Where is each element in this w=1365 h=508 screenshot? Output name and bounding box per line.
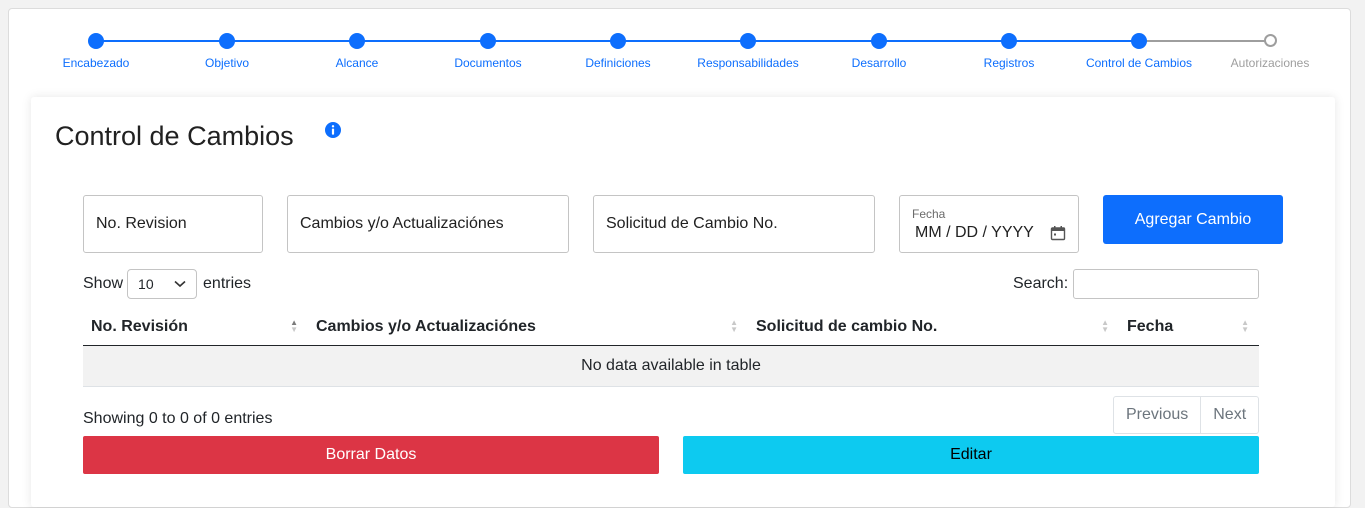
step-dot-icon [219,33,235,49]
sort-icon: ▲ ▼ [730,318,738,334]
show-label: Show [83,275,124,292]
step-dot-icon [871,33,887,49]
cambios-field[interactable] [287,195,569,253]
search-input[interactable] [1073,269,1260,299]
step-dot-icon [1131,33,1147,49]
solicitud-input[interactable] [606,215,862,233]
search-label: Search: [1013,275,1069,292]
cambios-input[interactable] [300,215,556,233]
table-row: No data available in table [83,345,1259,387]
entries-length-control: Show 10 entries [83,269,251,299]
column-header-label: Cambios y/o Actualizaciónes [316,317,536,335]
entries-value: 10 [138,276,154,292]
step-objetivo[interactable]: Objetivo [157,33,297,70]
step-label: Desarrollo [851,56,907,70]
step-label: Objetivo [204,56,250,70]
entries-label: entries [203,275,252,292]
agregar-cambio-button[interactable]: Agregar Cambio [1103,195,1283,244]
sort-asc-icon: ▲ ▼ [290,318,298,334]
step-alcance[interactable]: Alcance [287,33,427,70]
step-dot-icon [480,33,496,49]
step-registros[interactable]: Registros [939,33,1079,70]
sort-icon: ▲ ▼ [1241,318,1249,334]
table-info: Showing 0 to 0 of 0 entries [83,410,273,427]
column-header-fecha[interactable]: Fecha ▲ ▼ [1119,309,1259,346]
column-header-label: Solicitud de cambio No. [756,317,938,335]
fecha-value[interactable]: MM / DD / YYYY [915,224,1034,242]
empty-table-message: No data available in table [83,345,1259,387]
borrar-datos-button[interactable]: Borrar Datos [83,436,659,474]
step-dot-icon [1263,34,1277,47]
step-control-de-cambios[interactable]: Control de Cambios [1069,33,1209,70]
progress-stepper: Encabezado Objetivo Alcance Documentos D… [0,0,1365,90]
column-header-label: Fecha [1127,317,1174,335]
step-dot-icon [88,33,104,49]
page-title: Control de Cambios [55,121,294,151]
step-documentos[interactable]: Documentos [418,33,558,70]
step-label: Alcance [335,56,379,70]
column-header-label: No. Revisión [91,317,188,335]
step-label: Control de Cambios [1085,56,1193,70]
step-desarrollo[interactable]: Desarrollo [809,33,949,70]
fecha-field[interactable]: Fecha MM / DD / YYYY [899,195,1079,253]
step-dot-icon [349,33,365,49]
fecha-label: Fecha [912,206,946,221]
info-circle-icon[interactable] [325,122,341,138]
solicitud-field[interactable] [593,195,875,253]
revision-input[interactable] [96,215,250,233]
step-definiciones[interactable]: Definiciones [548,33,688,70]
cambios-table: No. Revisión ▲ ▼ Cambios y/o Actualizació… [83,309,1259,387]
step-encabezado[interactable]: Encabezado [26,33,166,70]
step-label: Encabezado [62,56,130,70]
editar-button[interactable]: Editar [683,436,1259,474]
step-label: Definiciones [585,56,651,70]
sort-icon: ▲ ▼ [1101,318,1109,334]
chevron-down-icon [174,280,186,288]
revision-field[interactable] [83,195,263,253]
step-responsabilidades[interactable]: Responsabilidades [678,33,818,70]
step-dot-icon [740,33,756,49]
step-dot-icon [1001,33,1017,49]
step-label: Registros [983,56,1035,70]
entries-select[interactable]: 10 [127,269,198,299]
column-header-solicitud[interactable]: Solicitud de cambio No. ▲ ▼ [748,309,1119,346]
next-button[interactable]: Next [1200,397,1258,433]
step-autorizaciones[interactable]: Autorizaciones [1200,33,1340,70]
column-header-revision[interactable]: No. Revisión ▲ ▼ [83,309,308,346]
column-header-cambios[interactable]: Cambios y/o Actualizaciónes ▲ ▼ [308,309,748,346]
table-search: Search: [1013,269,1260,299]
pagination: Previous Next [1113,396,1260,434]
step-dot-icon [610,33,626,49]
step-label: Autorizaciones [1230,56,1310,70]
control-de-cambios-card: Control de Cambios Fecha MM / DD / YYYY … [31,97,1335,507]
previous-button[interactable]: Previous [1114,397,1200,433]
step-label: Documentos [454,56,522,70]
step-label: Responsabilidades [697,56,799,70]
calendar-icon[interactable] [1050,225,1066,241]
